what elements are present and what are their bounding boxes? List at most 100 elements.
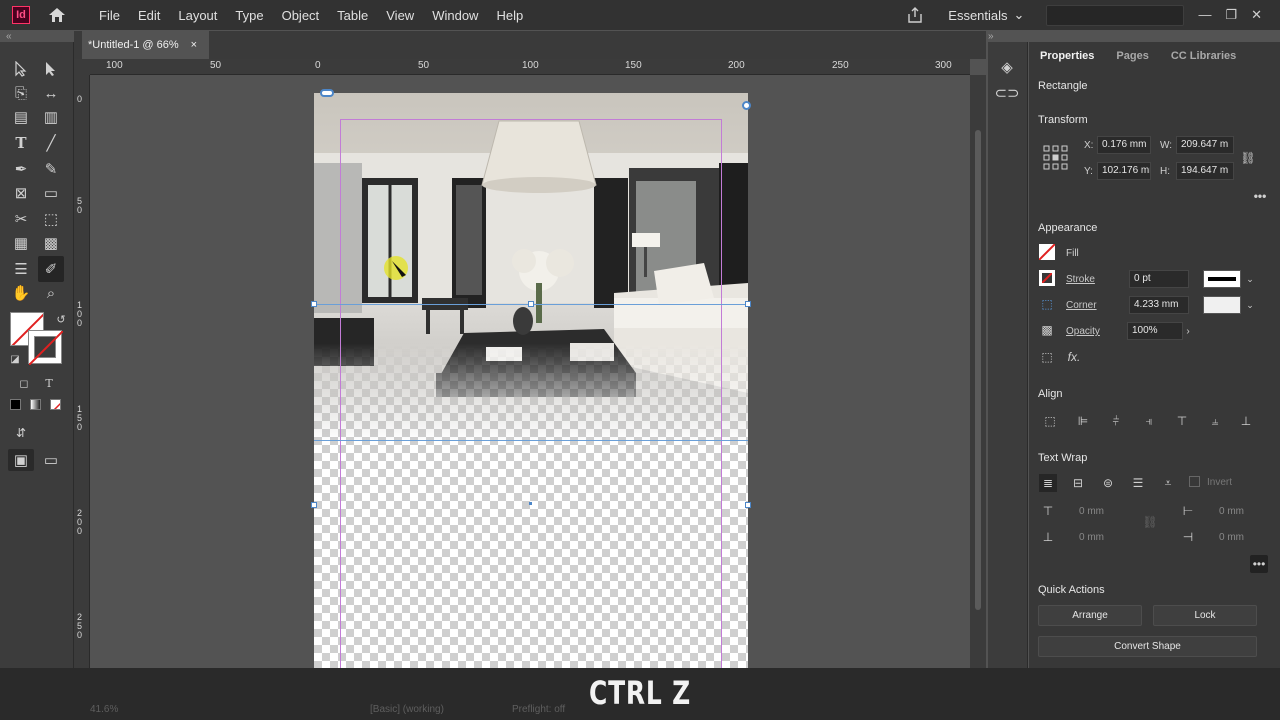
chevron-down-icon[interactable]: ⌄ xyxy=(1241,296,1259,314)
x-position-field[interactable]: 0.176 mm xyxy=(1097,136,1151,154)
constrain-proportions-icon[interactable]: ⛓ xyxy=(1239,149,1257,167)
direct-selection-tool-icon[interactable] xyxy=(40,58,62,80)
free-transform-tool-icon[interactable]: ⬚ xyxy=(40,208,62,230)
align-horizontal-center-icon[interactable]: ⫩ xyxy=(1107,412,1125,430)
resize-handle[interactable] xyxy=(745,301,751,307)
corner-label[interactable]: Corner xyxy=(1066,300,1097,311)
tab-properties[interactable]: Properties xyxy=(1029,42,1106,70)
align-vertical-center-icon[interactable]: ⫨ xyxy=(1206,412,1224,430)
resize-handle[interactable] xyxy=(528,301,534,307)
stroke-type-dropdown[interactable] xyxy=(1203,270,1241,288)
jump-object-icon[interactable]: ☰ xyxy=(1129,474,1147,492)
layers-icon[interactable]: ◈ xyxy=(998,58,1016,76)
close-window-icon[interactable]: ✕ xyxy=(1251,7,1262,23)
right-offset-field[interactable]: 0 mm xyxy=(1219,532,1244,543)
selection-tool-icon[interactable] xyxy=(10,58,32,80)
align-right-icon[interactable]: ⫣ xyxy=(1140,412,1158,430)
tab-pages[interactable]: Pages xyxy=(1105,42,1159,70)
menu-object[interactable]: Object xyxy=(273,8,329,23)
collapse-toolbar-icon[interactable]: « xyxy=(6,31,12,42)
document-tab[interactable]: *Untitled-1 @ 66% × xyxy=(82,31,210,59)
lock-button[interactable]: Lock xyxy=(1153,605,1257,626)
content-grabber-icon[interactable] xyxy=(320,89,334,97)
align-to-selection-icon[interactable]: ⬚ xyxy=(1041,412,1059,430)
chevron-down-icon[interactable]: ⌄ xyxy=(1241,270,1259,288)
pencil-tool-icon[interactable]: ✎ xyxy=(40,158,62,180)
zoom-tool-icon[interactable]: ⌕ xyxy=(40,282,62,304)
menu-view[interactable]: View xyxy=(377,8,423,23)
document-canvas[interactable] xyxy=(90,75,970,670)
default-fill-stroke-icon[interactable]: ◪ xyxy=(4,348,26,370)
menu-edit[interactable]: Edit xyxy=(129,8,169,23)
apply-gradient-icon[interactable] xyxy=(30,399,41,410)
frame-fitting-icon[interactable]: ⬚ xyxy=(1038,348,1056,366)
menu-file[interactable]: File xyxy=(90,8,129,23)
left-offset-field[interactable]: 0 mm xyxy=(1219,506,1244,517)
type-tool-icon[interactable]: T xyxy=(10,132,32,154)
content-collector-icon[interactable]: ▤ xyxy=(10,106,32,128)
scroll-thumb[interactable] xyxy=(975,130,981,610)
align-left-icon[interactable]: ⊫ xyxy=(1074,412,1092,430)
bottom-offset-field[interactable]: 0 mm xyxy=(1079,532,1104,543)
wrap-object-shape-icon[interactable]: ⊜ xyxy=(1099,474,1117,492)
effects-icon[interactable]: fx. xyxy=(1065,348,1083,366)
corner-size-field[interactable]: 4.233 mm xyxy=(1129,296,1189,314)
menu-type[interactable]: Type xyxy=(226,8,272,23)
resize-handle[interactable] xyxy=(745,502,751,508)
restore-icon[interactable]: ❐ xyxy=(1225,7,1237,23)
content-placer-icon[interactable]: ▥ xyxy=(40,106,62,128)
resize-handle[interactable] xyxy=(311,502,317,508)
height-field[interactable]: 194.647 m xyxy=(1176,162,1234,180)
wrap-bounding-box-icon[interactable]: ⊟ xyxy=(1069,474,1087,492)
width-field[interactable]: 209.647 m xyxy=(1176,136,1234,154)
convert-shape-button[interactable]: Convert Shape xyxy=(1038,636,1257,657)
search-input[interactable] xyxy=(1046,4,1185,26)
vertical-ruler[interactable]: 0 50 100 150 200 250 xyxy=(74,75,90,670)
invert-checkbox[interactable] xyxy=(1189,476,1200,487)
menu-table[interactable]: Table xyxy=(328,8,377,23)
no-text-wrap-icon[interactable]: ≣ xyxy=(1039,474,1057,492)
pen-tool-icon[interactable]: ✒ xyxy=(10,158,32,180)
vertical-scrollbar[interactable] xyxy=(970,75,986,670)
corner-options-icon[interactable]: ⬚ xyxy=(1038,295,1056,313)
hand-tool-icon[interactable]: ✋ xyxy=(10,282,32,304)
document-page[interactable] xyxy=(311,89,751,670)
jump-next-column-icon[interactable]: ⩡ xyxy=(1159,474,1177,492)
normal-view-icon[interactable]: ▣ xyxy=(8,449,34,471)
opacity-label[interactable]: Opacity xyxy=(1066,326,1100,337)
links-icon[interactable]: ⊂⊃ xyxy=(994,84,1019,102)
menu-help[interactable]: Help xyxy=(487,8,532,23)
opacity-field[interactable]: 100% xyxy=(1127,322,1183,340)
formatting-text-icon[interactable]: T xyxy=(38,372,60,394)
reference-point-icon[interactable] xyxy=(1043,145,1069,171)
corner-shape-dropdown[interactable] xyxy=(1203,296,1241,314)
formatting-container-icon[interactable]: ◻ xyxy=(13,372,35,394)
stroke-swatch[interactable] xyxy=(28,330,63,365)
frame-link-icon[interactable] xyxy=(742,101,751,110)
more-options-icon[interactable]: ••• xyxy=(1251,187,1269,205)
line-tool-icon[interactable]: ╱ xyxy=(40,132,62,154)
page-tool-icon[interactable]: ⎘ xyxy=(10,82,32,104)
stroke-swatch-icon[interactable] xyxy=(1039,270,1055,286)
close-tab-icon[interactable]: × xyxy=(191,39,197,51)
rectangle-frame-tool-icon[interactable]: ⊠ xyxy=(10,182,32,204)
apply-color-icon[interactable] xyxy=(10,399,21,410)
scissors-tool-icon[interactable]: ✂ xyxy=(10,208,32,230)
arrange-button[interactable]: Arrange xyxy=(1038,605,1142,626)
apply-none-icon[interactable] xyxy=(50,399,61,410)
gap-tool-icon[interactable]: ↔ xyxy=(40,82,62,104)
menu-window[interactable]: Window xyxy=(423,8,487,23)
menu-layout[interactable]: Layout xyxy=(169,8,226,23)
minimize-icon[interactable]: — xyxy=(1198,7,1211,23)
edit-in-place-icon[interactable]: ⇵ xyxy=(10,422,32,444)
note-tool-icon[interactable]: ☰ xyxy=(10,258,32,280)
link-offsets-icon[interactable]: ⛓ xyxy=(1141,513,1159,531)
y-position-field[interactable]: 102.176 mm xyxy=(1097,162,1151,180)
ruler-origin[interactable] xyxy=(74,59,90,75)
stroke-weight-field[interactable]: 0 pt xyxy=(1129,270,1189,288)
collapse-panels-icon[interactable]: » xyxy=(988,31,994,42)
stroke-label[interactable]: Stroke xyxy=(1066,274,1095,285)
more-options-icon[interactable]: ••• xyxy=(1250,555,1268,573)
rectangle-tool-icon[interactable]: ▭ xyxy=(40,182,62,204)
align-top-icon[interactable]: ⊤ xyxy=(1173,412,1191,430)
